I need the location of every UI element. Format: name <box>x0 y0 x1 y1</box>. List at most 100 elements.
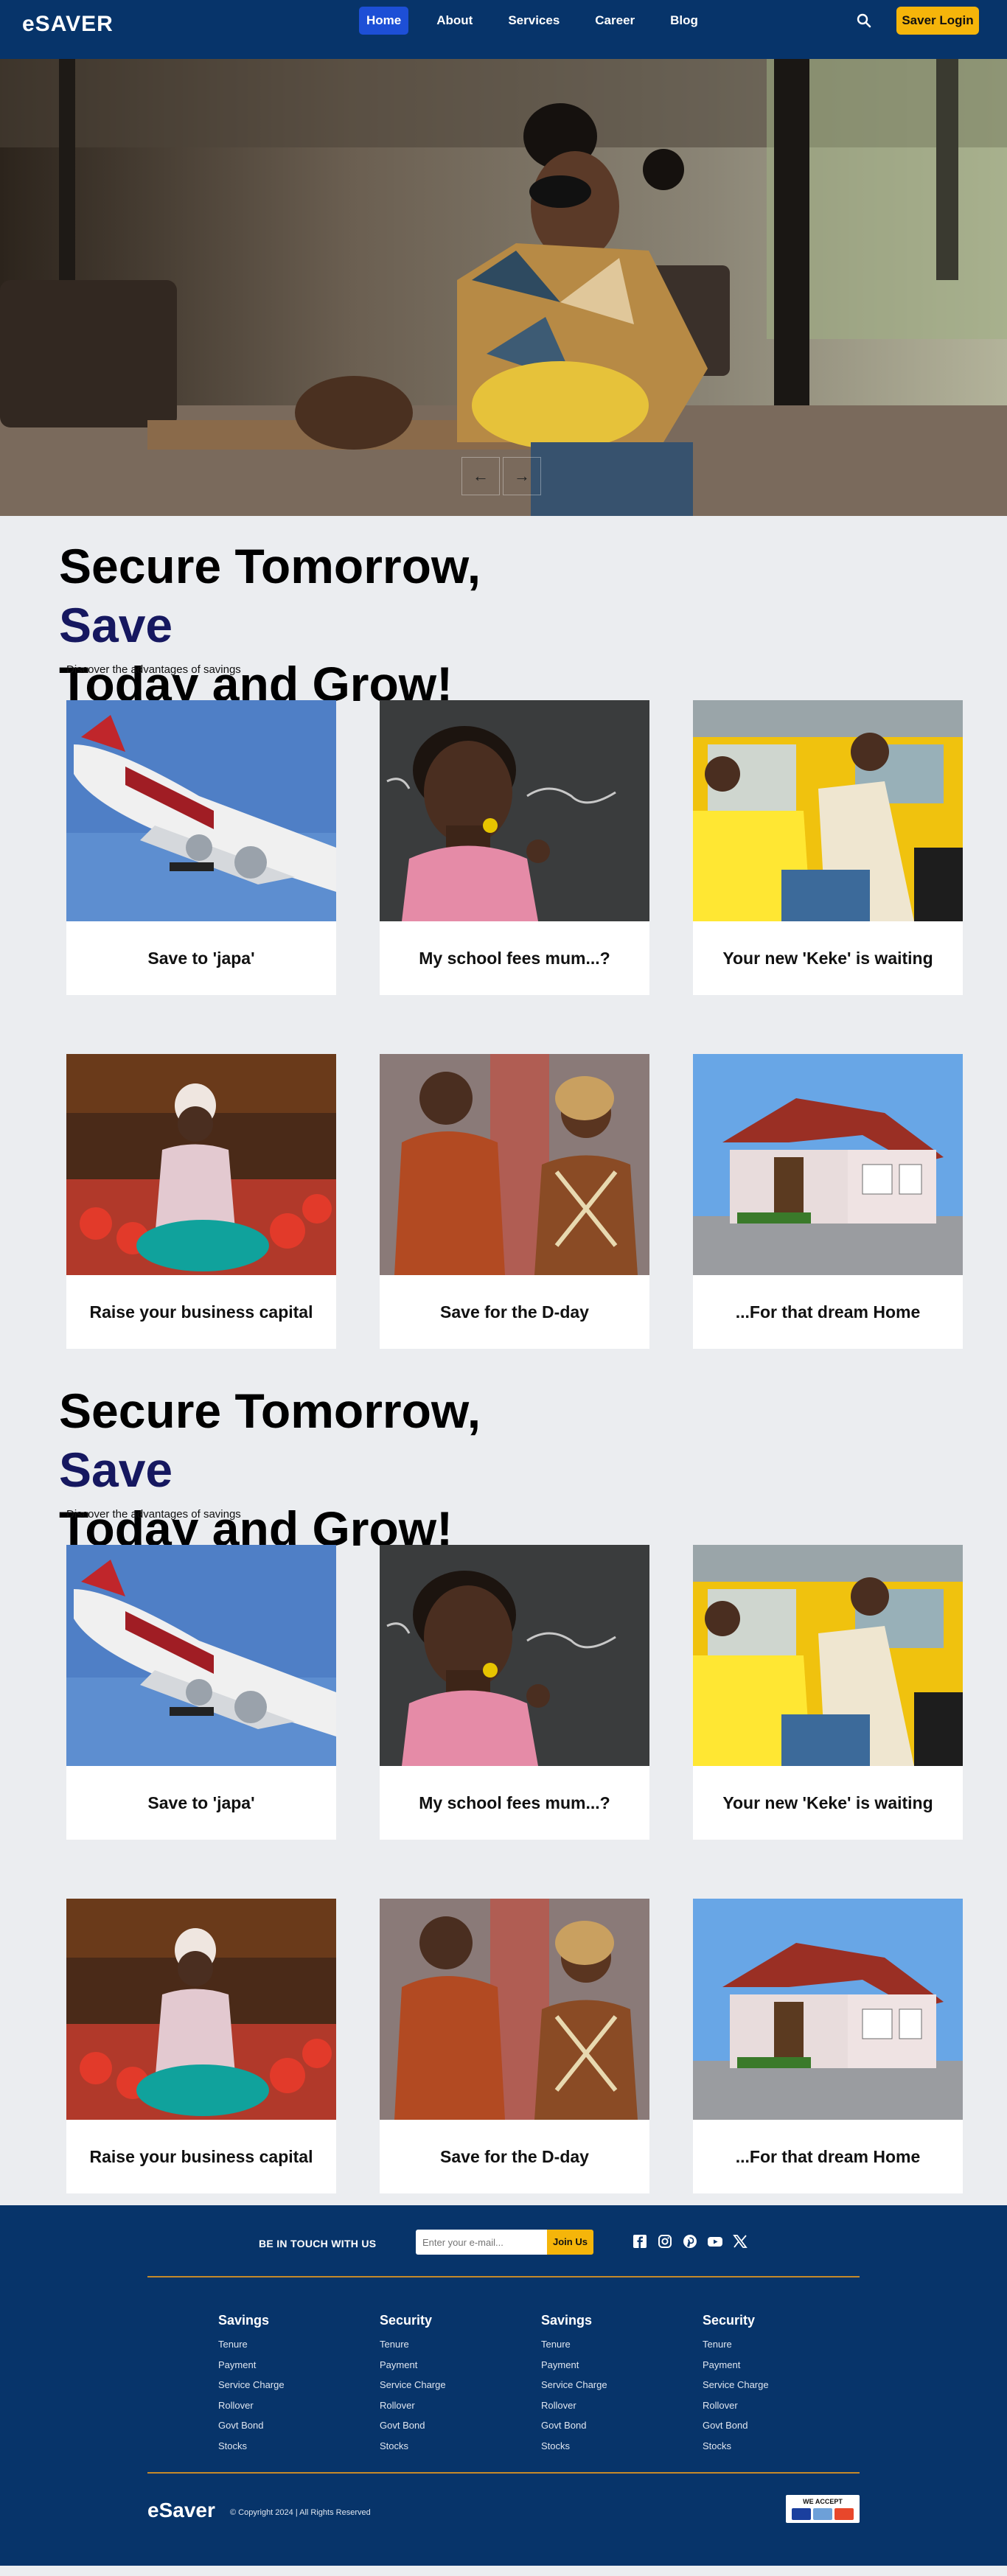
footer-link[interactable]: Rollover <box>703 2395 769 2416</box>
card-business-capital[interactable]: Raise your business capital <box>66 1899 336 2193</box>
house-image <box>693 1899 963 2120</box>
mastercard-icon <box>834 2508 854 2520</box>
footer-column-heading: Savings <box>541 2313 593 2328</box>
footer-link[interactable]: Payment <box>541 2355 607 2376</box>
schoolgirl-image <box>380 1545 649 1766</box>
nav-blog[interactable]: Blog <box>663 7 705 35</box>
card-caption: Save to 'japa' <box>147 1793 255 1812</box>
footer-divider <box>147 2276 860 2277</box>
footer-column-savings: Savings Tenure Payment Service Charge Ro… <box>218 2313 285 2456</box>
card-keke[interactable]: Your new 'Keke' is waiting <box>693 1545 963 1840</box>
footer-column-security: Security Tenure Payment Service Charge R… <box>380 2313 446 2456</box>
main-menu: Home About Services Career Blog <box>359 7 726 35</box>
card-caption: Save for the D-day <box>440 1302 589 1322</box>
footer-link[interactable]: Tenure <box>703 2334 769 2355</box>
copyright-text: © Copyright 2024 | All Rights Reserved <box>230 2508 371 2517</box>
footer-divider <box>147 2472 860 2474</box>
card-caption: My school fees mum...? <box>419 948 610 968</box>
we-accept-label: WE ACCEPT <box>803 2498 843 2505</box>
site-logo[interactable]: eSAVER <box>22 12 114 37</box>
nav-career[interactable]: Career <box>588 7 642 35</box>
footer-logo[interactable]: eSaver <box>147 2499 215 2522</box>
card-caption: My school fees mum...? <box>419 1793 610 1812</box>
market-image <box>66 1054 336 1275</box>
section-title: Secure Tomorrow, Save Today and Grow! <box>59 1383 481 1556</box>
nav-services[interactable]: Services <box>501 7 567 35</box>
nav-about[interactable]: About <box>429 7 480 35</box>
market-image <box>66 1899 336 2120</box>
footer-link[interactable]: Rollover <box>541 2395 607 2416</box>
slider-next-button[interactable]: → <box>503 457 541 495</box>
savings-section: Secure Tomorrow, Save Today and Grow! Dis… <box>0 1361 1007 2205</box>
schoolgirl-image <box>380 700 649 921</box>
footer-link[interactable]: Stocks <box>380 2436 446 2457</box>
hero-banner: ← → <box>0 59 1007 516</box>
youtube-icon[interactable] <box>707 2233 723 2249</box>
footer-link[interactable]: Stocks <box>218 2436 285 2457</box>
section-subtitle: Discover the advantages of savings <box>66 1508 241 1521</box>
saver-login-button[interactable]: Saver Login <box>896 7 979 35</box>
arrow-left-icon: ← <box>473 467 489 485</box>
footer-link[interactable]: Service Charge <box>703 2375 769 2395</box>
footer-link[interactable]: Service Charge <box>218 2375 285 2395</box>
payment-methods-badge: WE ACCEPT <box>786 2495 860 2523</box>
footer-link[interactable]: Govt Bond <box>380 2415 446 2436</box>
newsletter-title: BE IN TOUCH WITH US <box>259 2238 377 2249</box>
nav-home[interactable]: Home <box>359 7 409 35</box>
footer-link[interactable]: Service Charge <box>541 2375 607 2395</box>
footer-link[interactable]: Payment <box>218 2355 285 2376</box>
footer-link[interactable]: Tenure <box>541 2334 607 2355</box>
wedding-image <box>380 1899 649 2120</box>
card-caption: Raise your business capital <box>89 2146 313 2166</box>
hero-image <box>0 59 1007 516</box>
footer-link[interactable]: Tenure <box>380 2334 446 2355</box>
footer-link[interactable]: Service Charge <box>380 2375 446 2395</box>
card-dream-home[interactable]: ...For that dream Home <box>693 1899 963 2193</box>
card-japa[interactable]: Save to 'japa' <box>66 1545 336 1840</box>
x-icon[interactable] <box>732 2233 748 2249</box>
newsletter-email-input[interactable] <box>416 2230 547 2255</box>
footer-link[interactable]: Govt Bond <box>703 2415 769 2436</box>
top-navbar: eSAVER Home About Services Career Blog S… <box>0 0 1007 59</box>
card-business-capital[interactable]: Raise your business capital <box>66 1054 336 1349</box>
card-caption: Save for the D-day <box>440 2146 589 2166</box>
card-school-fees[interactable]: My school fees mum...? <box>380 700 649 995</box>
card-keke[interactable]: Your new 'Keke' is waiting <box>693 700 963 995</box>
site-footer: BE IN TOUCH WITH US Join Us Savings Tenu… <box>0 2205 1007 2566</box>
footer-link[interactable]: Stocks <box>541 2436 607 2457</box>
footer-link[interactable]: Rollover <box>380 2395 446 2416</box>
footer-column-security: Security Tenure Payment Service Charge R… <box>703 2313 769 2456</box>
card-d-day[interactable]: Save for the D-day <box>380 1054 649 1349</box>
footer-link[interactable]: Stocks <box>703 2436 769 2457</box>
instagram-icon[interactable] <box>657 2233 673 2249</box>
facebook-icon[interactable] <box>632 2233 648 2249</box>
footer-column-heading: Security <box>703 2313 756 2328</box>
search-icon[interactable] <box>855 12 873 29</box>
airplane-image <box>66 700 336 921</box>
slider-prev-button[interactable]: ← <box>461 457 500 495</box>
card-caption: Save to 'japa' <box>147 948 255 968</box>
social-links <box>632 2233 748 2249</box>
wedding-image <box>380 1054 649 1275</box>
footer-link[interactable]: Govt Bond <box>541 2415 607 2436</box>
amex-card-icon <box>813 2508 832 2520</box>
airplane-image <box>66 1545 336 1766</box>
visa-card-icon <box>792 2508 811 2520</box>
footer-column-savings: Savings Tenure Payment Service Charge Ro… <box>541 2313 607 2456</box>
join-us-button[interactable]: Join Us <box>547 2230 593 2255</box>
footer-link[interactable]: Govt Bond <box>218 2415 285 2436</box>
pinterest-icon[interactable] <box>682 2233 698 2249</box>
footer-link[interactable]: Payment <box>380 2355 446 2376</box>
card-dream-home[interactable]: ...For that dream Home <box>693 1054 963 1349</box>
savings-section: Secure Tomorrow, Save Today and Grow! Dis… <box>0 516 1007 1361</box>
footer-column-heading: Security <box>380 2313 433 2328</box>
footer-link[interactable]: Payment <box>703 2355 769 2376</box>
card-school-fees[interactable]: My school fees mum...? <box>380 1545 649 1840</box>
card-caption: Your new 'Keke' is waiting <box>722 1793 933 1812</box>
footer-link[interactable]: Tenure <box>218 2334 285 2355</box>
card-d-day[interactable]: Save for the D-day <box>380 1899 649 2193</box>
card-caption: Raise your business capital <box>89 1302 313 1322</box>
section-subtitle: Discover the advantages of savings <box>66 663 241 676</box>
card-japa[interactable]: Save to 'japa' <box>66 700 336 995</box>
footer-link[interactable]: Rollover <box>218 2395 285 2416</box>
